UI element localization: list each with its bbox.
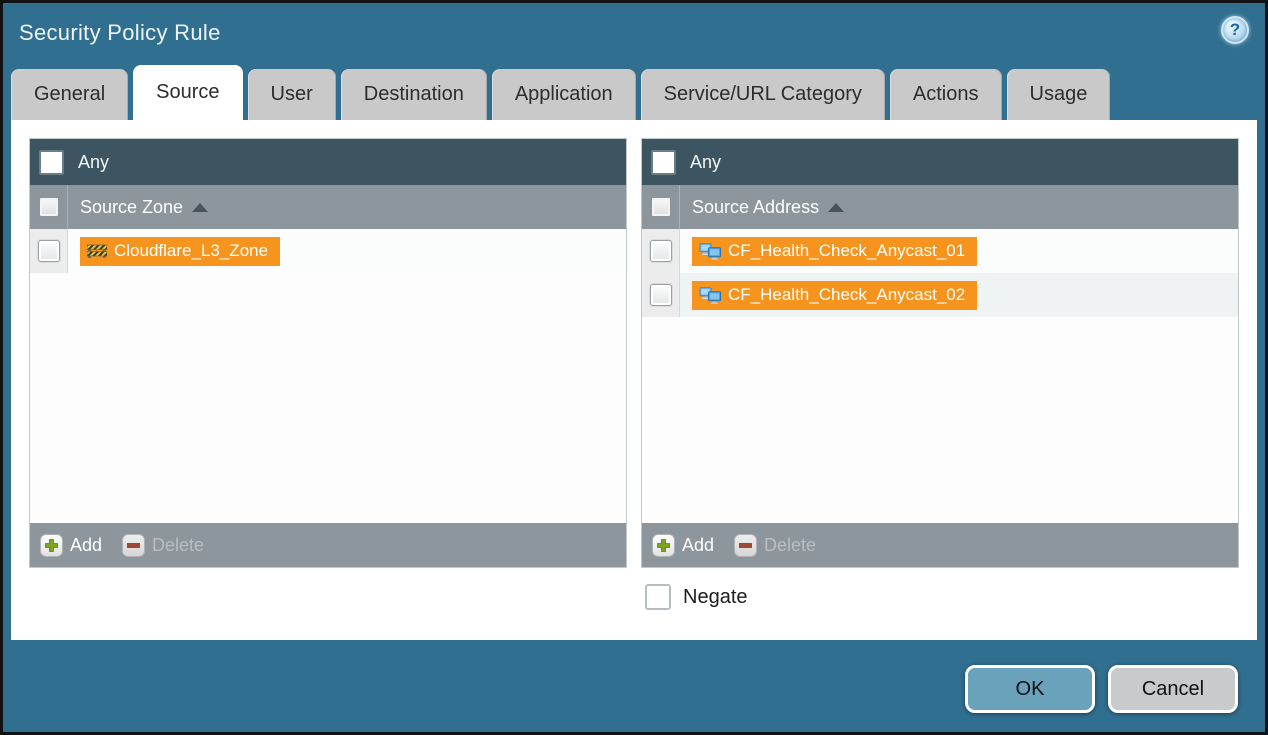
dialog-title: Security Policy Rule <box>19 20 221 46</box>
source-tab-content: Any Source Zone <box>11 120 1257 640</box>
row-checkbox[interactable] <box>650 240 672 262</box>
delete-button-label: Delete <box>152 535 204 556</box>
row-checkbox[interactable] <box>650 284 672 306</box>
address-icon <box>699 287 721 304</box>
add-icon <box>652 534 675 557</box>
source-zone-any-bar: Any <box>30 139 626 185</box>
tab-actions[interactable]: Actions <box>890 69 1002 120</box>
source-address-any-label: Any <box>690 152 721 173</box>
table-row[interactable]: CF_Health_Check_Anycast_02 <box>642 273 1238 317</box>
table-row[interactable]: Cloudflare_L3_Zone <box>30 229 626 273</box>
sort-asc-icon <box>192 203 208 212</box>
source-zone-select-all-checkbox[interactable] <box>39 197 59 217</box>
address-icon <box>699 243 721 260</box>
source-address-any-checkbox[interactable] <box>651 150 676 175</box>
add-button[interactable]: Add <box>40 534 102 557</box>
negate-label: Negate <box>683 586 748 609</box>
tab-usage[interactable]: Usage <box>1007 69 1111 120</box>
add-button-label: Add <box>70 535 102 556</box>
source-zone-any-checkbox[interactable] <box>39 150 64 175</box>
add-icon <box>40 534 63 557</box>
table-row[interactable]: CF_Health_Check_Anycast_01 <box>642 229 1238 273</box>
help-icon[interactable]: ? <box>1221 16 1249 44</box>
source-address-any-bar: Any <box>642 139 1238 185</box>
delete-button[interactable]: Delete <box>122 534 204 557</box>
negate-row: Negate <box>11 568 1257 610</box>
add-button-label: Add <box>682 535 714 556</box>
ok-button[interactable]: OK <box>965 665 1095 713</box>
source-zone-list: Cloudflare_L3_Zone <box>30 229 626 523</box>
sort-asc-icon <box>828 203 844 212</box>
source-zone-column-header: Source Zone <box>30 185 626 229</box>
source-zone-footer: Add Delete <box>30 523 626 567</box>
delete-icon <box>734 534 757 557</box>
zone-icon <box>87 244 107 258</box>
source-zone-column-title[interactable]: Source Zone <box>80 197 208 218</box>
address-chip[interactable]: CF_Health_Check_Anycast_01 <box>692 237 977 266</box>
source-address-select-all-checkbox[interactable] <box>651 197 671 217</box>
delete-button[interactable]: Delete <box>734 534 816 557</box>
address-chip-label: CF_Health_Check_Anycast_02 <box>728 285 965 305</box>
tab-bar: General Source User Destination Applicat… <box>3 63 1265 120</box>
tab-destination[interactable]: Destination <box>341 69 487 120</box>
source-address-list: CF_Health_Check_Anycast_01 <box>642 229 1238 523</box>
tab-source[interactable]: Source <box>133 65 242 120</box>
cancel-button[interactable]: Cancel <box>1108 665 1238 713</box>
address-chip[interactable]: CF_Health_Check_Anycast_02 <box>692 281 977 310</box>
row-checkbox[interactable] <box>38 240 60 262</box>
source-zone-panel: Any Source Zone <box>29 138 627 568</box>
negate-checkbox[interactable] <box>645 584 671 610</box>
tab-service-url-category[interactable]: Service/URL Category <box>641 69 885 120</box>
add-button[interactable]: Add <box>652 534 714 557</box>
zone-chip[interactable]: Cloudflare_L3_Zone <box>80 237 280 266</box>
address-chip-label: CF_Health_Check_Anycast_01 <box>728 241 965 261</box>
title-bar: Security Policy Rule ? <box>3 3 1265 63</box>
security-policy-rule-dialog: Security Policy Rule ? General Source Us… <box>0 0 1268 735</box>
delete-icon <box>122 534 145 557</box>
tab-user[interactable]: User <box>248 69 336 120</box>
source-address-panel: Any Source Address <box>641 138 1239 568</box>
dialog-footer: OK Cancel <box>3 640 1265 713</box>
source-address-footer: Add Delete <box>642 523 1238 567</box>
source-zone-any-label: Any <box>78 152 109 173</box>
zone-chip-label: Cloudflare_L3_Zone <box>114 241 268 261</box>
delete-button-label: Delete <box>764 535 816 556</box>
tab-application[interactable]: Application <box>492 69 636 120</box>
source-address-column-title[interactable]: Source Address <box>692 197 844 218</box>
tab-general[interactable]: General <box>11 69 128 120</box>
source-address-column-header: Source Address <box>642 185 1238 229</box>
